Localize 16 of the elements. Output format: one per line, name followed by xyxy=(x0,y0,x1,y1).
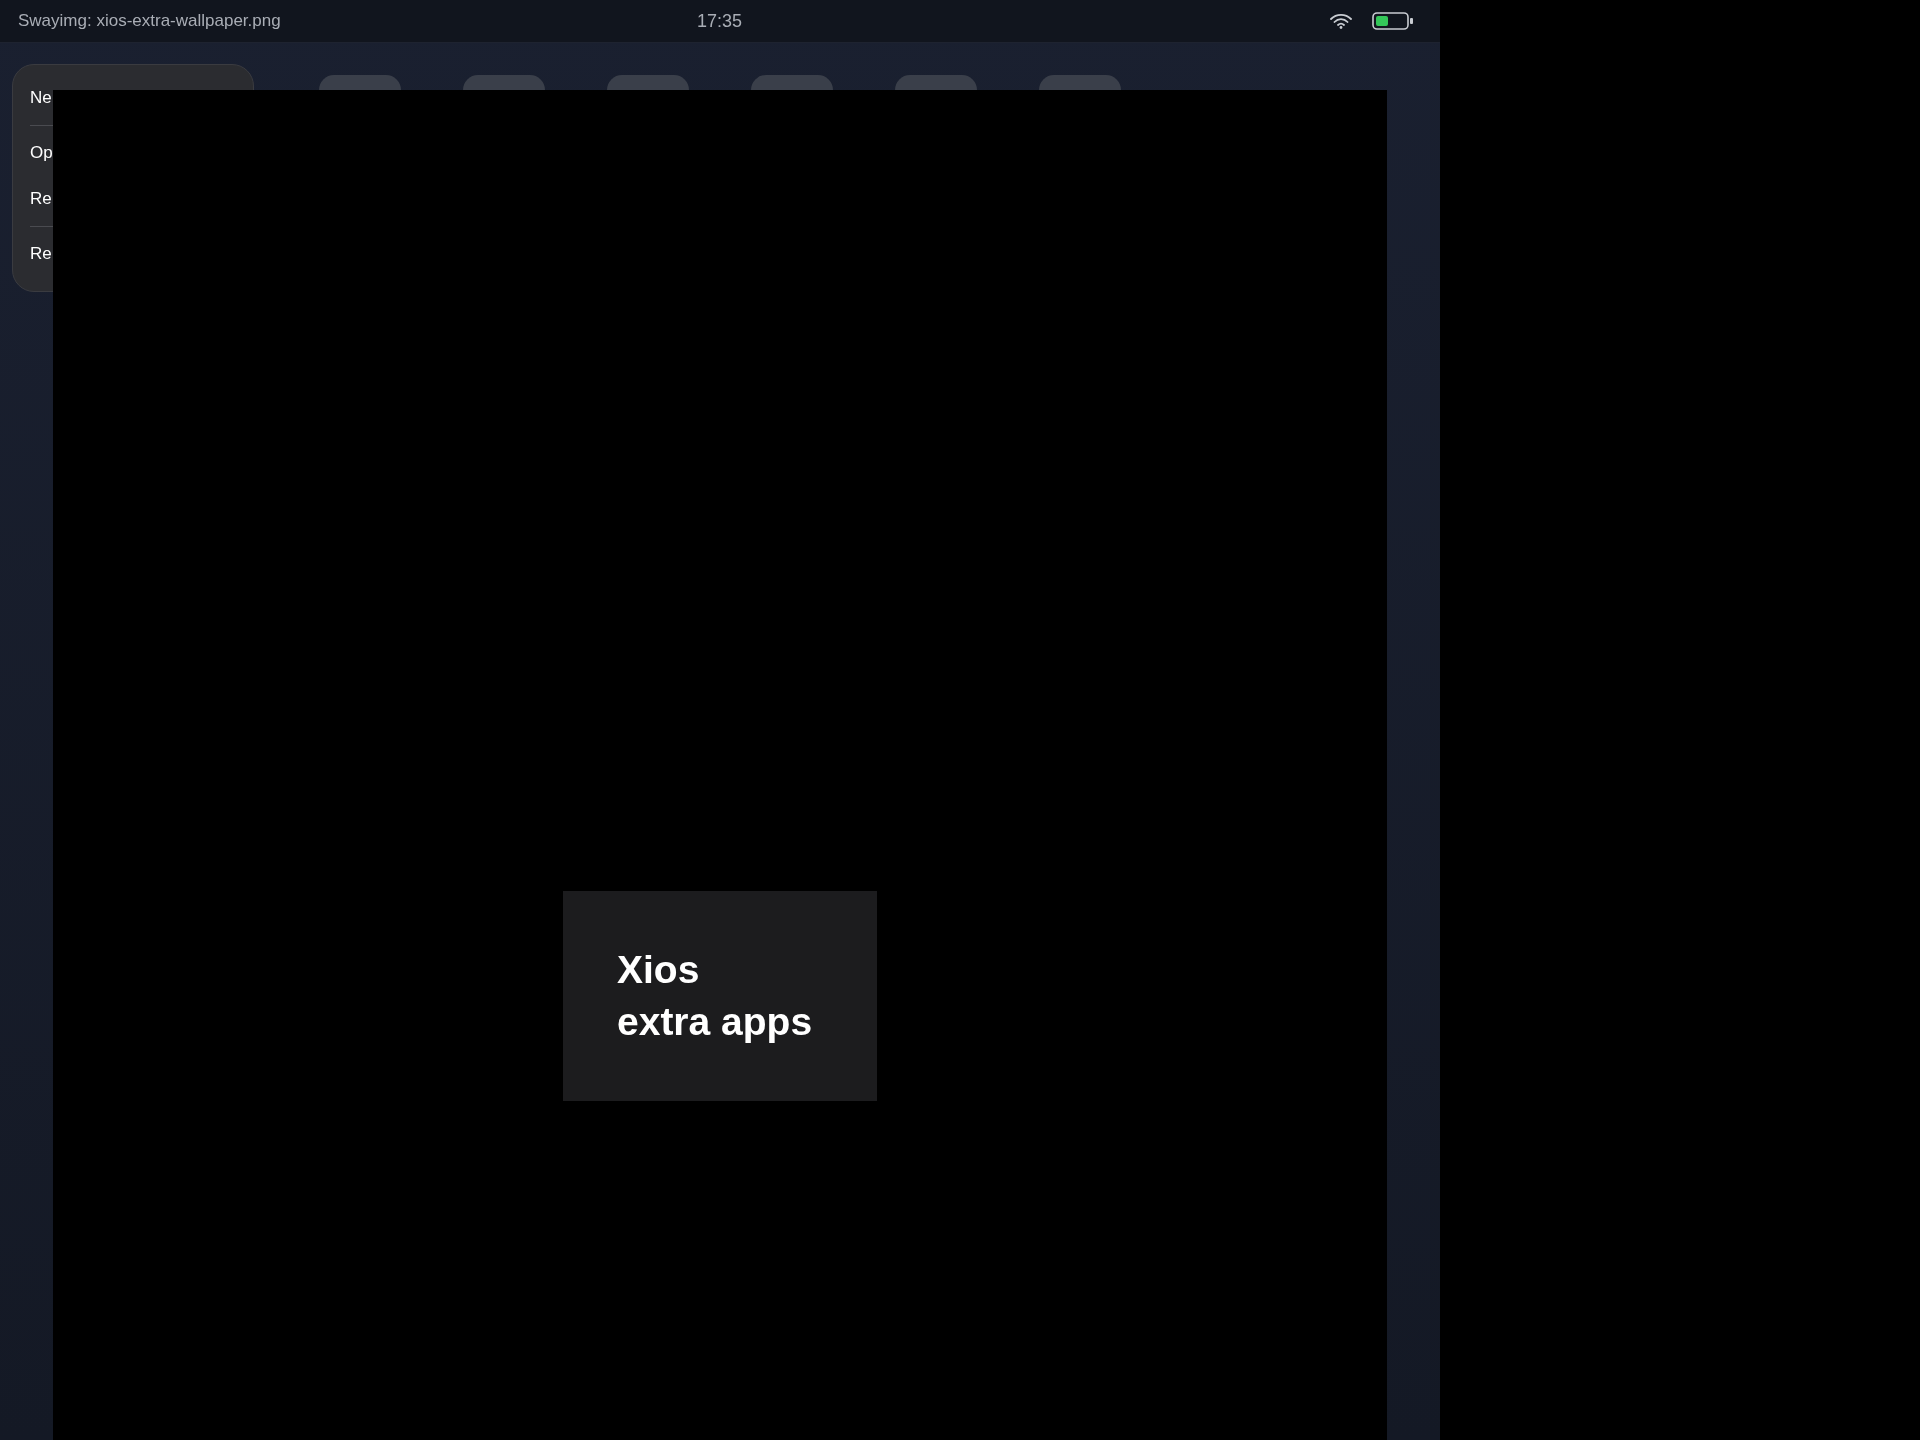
image-text: extra apps xyxy=(617,999,814,1045)
clock: 17:35 xyxy=(697,10,743,32)
menu-item[interactable]: Re xyxy=(30,231,52,277)
app-tile[interactable] xyxy=(895,75,977,90)
wifi-icon xyxy=(1330,13,1352,29)
app-tile[interactable] xyxy=(463,75,545,90)
battery-icon xyxy=(1372,12,1414,30)
app-tile[interactable] xyxy=(607,75,689,90)
menu-item[interactable]: Op xyxy=(30,130,53,176)
image-text: Xios xyxy=(617,947,701,993)
menu-item[interactable]: Re xyxy=(30,176,52,222)
app-tile[interactable] xyxy=(751,75,833,90)
app-tile[interactable] xyxy=(319,75,401,90)
window-title: Swayimg: xios-extra-wallpaper.png xyxy=(18,11,281,31)
app-tile[interactable] xyxy=(1039,75,1121,90)
menu-item[interactable]: Ne xyxy=(30,75,52,121)
